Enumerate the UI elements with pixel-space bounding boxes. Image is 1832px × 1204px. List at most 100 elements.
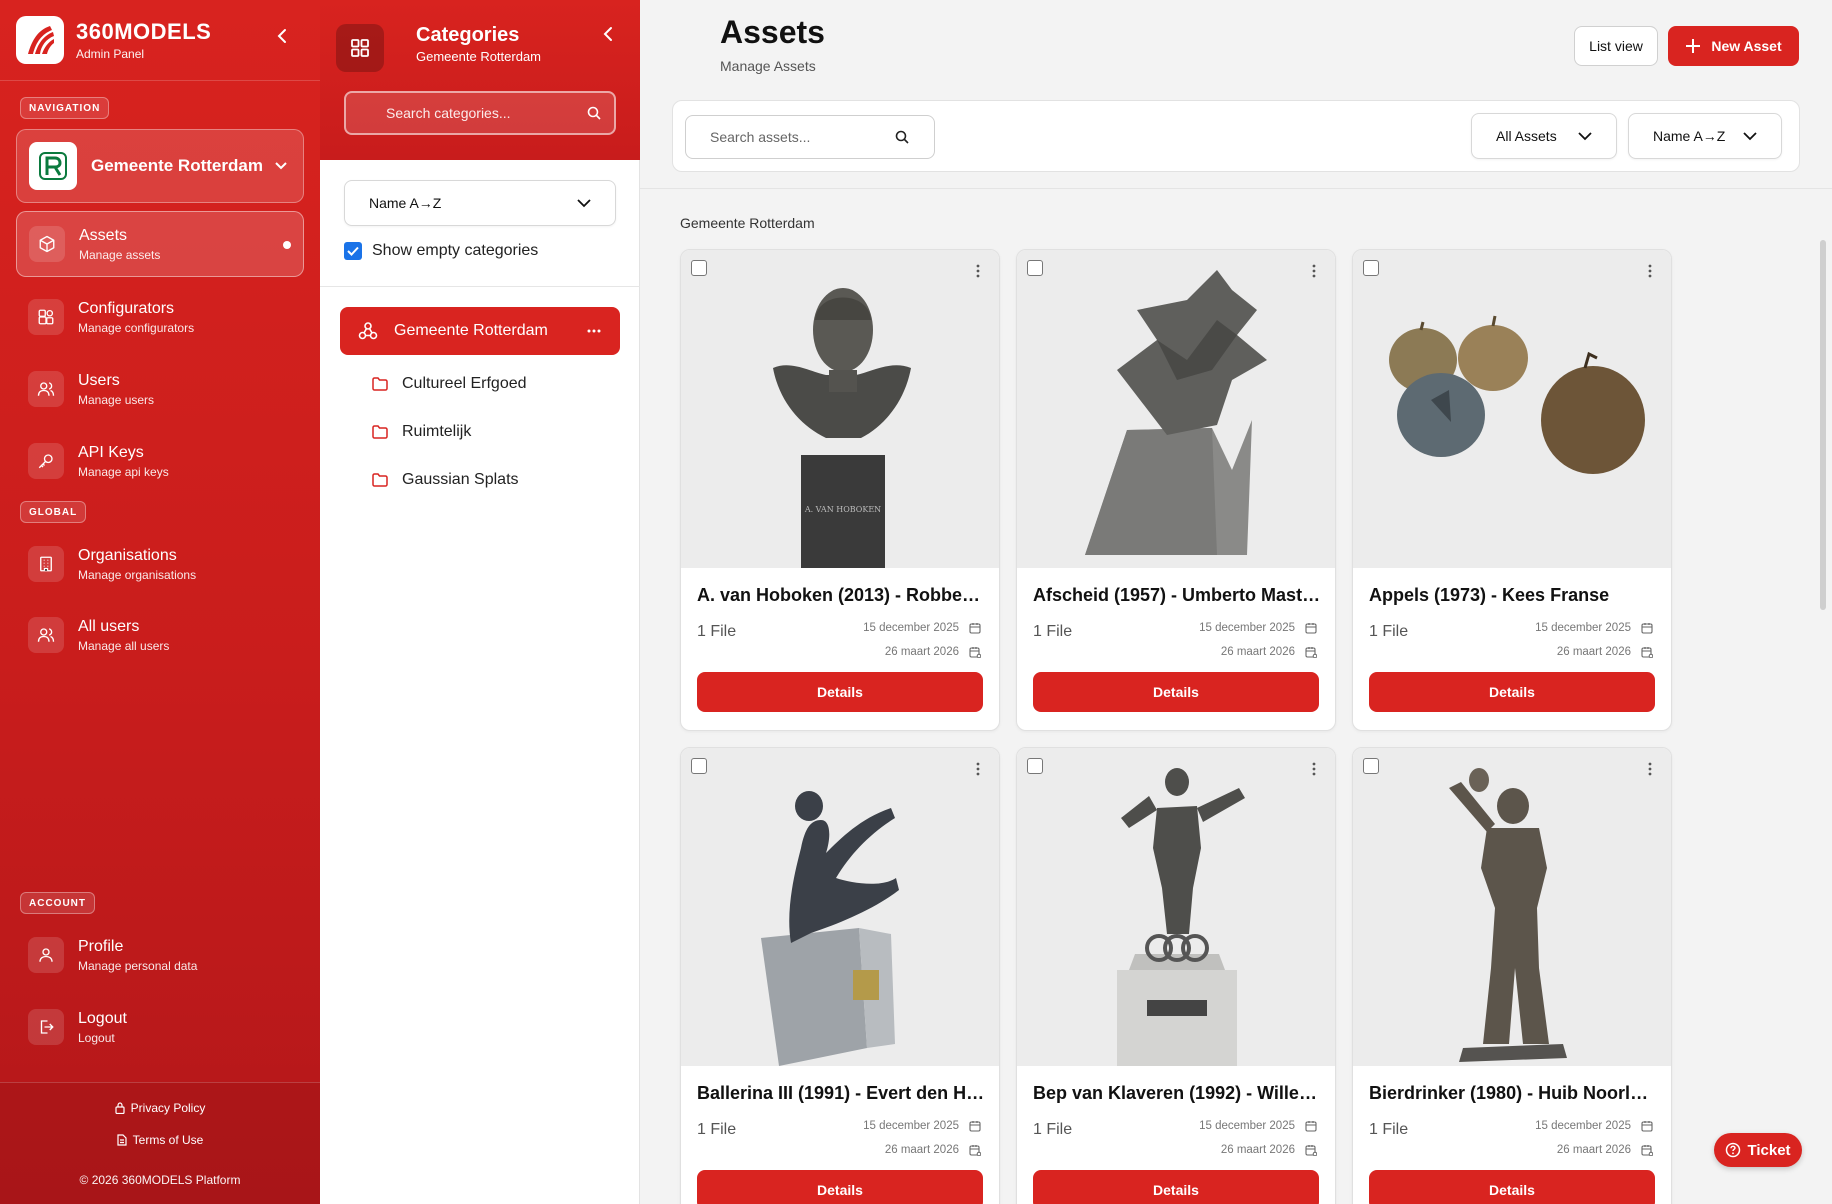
- asset-select-checkbox[interactable]: [1027, 260, 1043, 276]
- folder-icon: [372, 473, 388, 487]
- more-horizontal-icon[interactable]: [586, 319, 602, 343]
- category-item-ruimtelijk[interactable]: Ruimtelijk: [372, 420, 471, 444]
- folder-icon: [372, 377, 388, 391]
- asset-details-button[interactable]: Details: [1369, 1170, 1655, 1204]
- asset-thumbnail[interactable]: [1353, 748, 1671, 1066]
- calendar-icon: [969, 623, 981, 634]
- terms-of-use-label: Terms of Use: [132, 1133, 204, 1147]
- asset-select-checkbox[interactable]: [1027, 758, 1043, 774]
- asset-select-checkbox[interactable]: [691, 260, 707, 276]
- sidebar-item-profile[interactable]: Profile Manage personal data: [16, 922, 304, 988]
- logout-icon: [28, 1009, 64, 1045]
- more-vertical-icon[interactable]: [1305, 760, 1323, 778]
- sidebar-item-organisations[interactable]: Organisations Manage organisations: [16, 531, 304, 597]
- asset-thumbnail[interactable]: A. VAN HOBOKEN: [681, 250, 999, 568]
- asset-select-checkbox[interactable]: [691, 758, 707, 774]
- show-empty-checkbox[interactable]: [344, 242, 362, 260]
- list-view-button[interactable]: List view: [1574, 26, 1658, 66]
- sidebar-item-all-users[interactable]: All users Manage all users: [16, 602, 304, 668]
- sidebar-nav: 360MODELS Admin Panel NAVIGATION Gemeent…: [0, 0, 320, 1204]
- new-asset-label: New Asset: [1711, 38, 1782, 54]
- page-subtitle: Manage Assets: [720, 58, 816, 74]
- asset-thumbnail[interactable]: [1017, 748, 1335, 1066]
- asset-sort-select[interactable]: Name A→Z: [1628, 113, 1782, 159]
- asset-file-count: 1 File: [697, 1121, 737, 1138]
- show-empty-toggle[interactable]: Show empty categories: [344, 242, 538, 260]
- sidebar-item-label: Users: [78, 371, 120, 389]
- sidebar-item-label: All users: [78, 617, 140, 635]
- created-date-text: 15 december 2025: [1535, 622, 1631, 634]
- ticket-button[interactable]: Ticket: [1714, 1133, 1802, 1167]
- category-item-cultureel-erfgoed[interactable]: Cultureel Erfgoed: [372, 372, 527, 396]
- asset-thumbnail[interactable]: [681, 748, 999, 1066]
- sidebar-item-assets[interactable]: Assets Manage assets: [16, 211, 304, 277]
- asset-card: Appels (1973) - Kees Franse 1 File 15 de…: [1352, 249, 1672, 731]
- asset-details-button[interactable]: Details: [697, 672, 983, 712]
- collapse-sidebar-button[interactable]: [272, 26, 292, 46]
- users-icon: [28, 617, 64, 653]
- asset-created-date: 15 december 2025: [863, 622, 981, 634]
- collapse-categories-button[interactable]: [602, 26, 614, 47]
- calendar-edit-icon: [969, 1145, 981, 1156]
- updated-date-text: 26 maart 2026: [1556, 646, 1631, 658]
- category-sort-select[interactable]: Name A→Z: [344, 180, 616, 226]
- asset-details-button[interactable]: Details: [1033, 672, 1319, 712]
- asset-file-count: 1 File: [1369, 1121, 1409, 1138]
- more-vertical-icon[interactable]: [969, 760, 987, 778]
- category-item-gaussian-splats[interactable]: Gaussian Splats: [372, 468, 519, 492]
- asset-search[interactable]: [685, 115, 935, 159]
- asset-details-button[interactable]: Details: [1369, 672, 1655, 712]
- more-vertical-icon[interactable]: [1641, 760, 1659, 778]
- category-item-root[interactable]: Gemeente Rotterdam: [340, 307, 620, 355]
- asset-select-checkbox[interactable]: [1363, 260, 1379, 276]
- help-circle-icon: [1726, 1142, 1741, 1158]
- calendar-icon: [1305, 1121, 1317, 1132]
- category-search[interactable]: [344, 91, 616, 135]
- more-vertical-icon[interactable]: [1641, 262, 1659, 280]
- asset-title: Afscheid (1957) - Umberto Mastr...: [1033, 585, 1321, 605]
- chevron-down-icon: [577, 198, 591, 207]
- asset-details-button[interactable]: Details: [697, 1170, 983, 1204]
- asset-group-label: Gemeente Rotterdam: [680, 215, 815, 231]
- key-icon: [28, 443, 64, 479]
- sidebar-item-configurators[interactable]: Configurators Manage configurators: [16, 284, 304, 350]
- sidebar-item-description: Manage organisations: [78, 567, 197, 582]
- sidebar-item-users[interactable]: Users Manage users: [16, 356, 304, 422]
- chevron-down-icon: [1578, 131, 1592, 140]
- calendar-icon: [969, 1121, 981, 1132]
- asset-title: Ballerina III (1991) - Evert den Ha...: [697, 1083, 985, 1103]
- terms-of-use-link[interactable]: Terms of Use: [0, 1133, 320, 1147]
- asset-filter-select[interactable]: All Assets: [1471, 113, 1617, 159]
- new-asset-button[interactable]: New Asset: [1668, 26, 1799, 66]
- more-vertical-icon[interactable]: [1305, 262, 1323, 280]
- plus-icon: [1686, 39, 1701, 53]
- asset-thumbnail[interactable]: [1017, 250, 1335, 568]
- sidebar-item-api-keys[interactable]: API Keys Manage api keys: [16, 428, 304, 494]
- brand[interactable]: 360MODELS Admin Panel: [16, 16, 211, 64]
- widgets-icon: [28, 299, 64, 335]
- copyright: © 2026 360MODELS Platform: [79, 1173, 241, 1187]
- asset-thumbnail[interactable]: [1353, 250, 1671, 568]
- asset-details-button[interactable]: Details: [1033, 1170, 1319, 1204]
- asset-select-checkbox[interactable]: [1363, 758, 1379, 774]
- sidebar-item-label: Assets: [79, 226, 128, 244]
- scrollbar-thumb[interactable]: [1820, 240, 1826, 610]
- sidebar-item-logout[interactable]: Logout Logout: [16, 994, 304, 1060]
- asset-file-count: 1 File: [1033, 623, 1073, 640]
- category-search-input[interactable]: [386, 105, 586, 121]
- updated-date-text: 26 maart 2026: [1220, 1144, 1295, 1156]
- category-item-label: Cultureel Erfgoed: [402, 375, 527, 392]
- category-item-label: Gemeente Rotterdam: [394, 322, 548, 339]
- privacy-policy-link[interactable]: Privacy Policy: [0, 1101, 320, 1115]
- grid-icon: [336, 24, 384, 72]
- categories-subtitle: Gemeente Rotterdam: [416, 49, 542, 64]
- organisation-selector[interactable]: Gemeente Rotterdam: [16, 129, 304, 203]
- asset-toolbar: All Assets Name A→Z: [672, 100, 1800, 172]
- category-item-label: Gaussian Splats: [402, 471, 519, 488]
- chevron-left-icon: [277, 29, 286, 43]
- sidebar-item-label: Profile: [78, 937, 124, 955]
- more-vertical-icon[interactable]: [969, 262, 987, 280]
- organisation-logo-icon: [29, 142, 77, 190]
- asset-card: Afscheid (1957) - Umberto Mastr... 1 Fil…: [1016, 249, 1336, 731]
- asset-search-input[interactable]: [710, 129, 894, 145]
